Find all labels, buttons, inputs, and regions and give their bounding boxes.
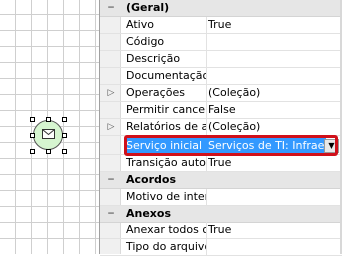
- property-name: Código: [124, 34, 207, 50]
- property-name: Descrição: [124, 51, 207, 67]
- category-label: Anexos: [126, 207, 172, 220]
- property-value[interactable]: (Coleção): [206, 119, 341, 135]
- property-value[interactable]: False: [206, 102, 341, 118]
- resize-handle-s[interactable]: [46, 149, 51, 154]
- property-name: Relatórios de ap: [126, 119, 207, 135]
- resize-handle-sw[interactable]: [30, 149, 35, 154]
- expand-icon[interactable]: ▷: [105, 119, 117, 135]
- property-name: Anexar todos os: [126, 222, 207, 238]
- property-row-relatorios[interactable]: ▷ Relatórios de ap (Coleção): [100, 119, 342, 136]
- expand-icon[interactable]: ▷: [105, 85, 117, 101]
- property-name: Tipo do arquivo: [126, 239, 207, 255]
- property-row-codigo[interactable]: Código: [100, 34, 342, 51]
- property-value[interactable]: [206, 51, 341, 67]
- property-row-permitir-cancelar[interactable]: Permitir cancela False: [100, 102, 342, 119]
- property-value[interactable]: [206, 239, 341, 255]
- designer-canvas[interactable]: [0, 0, 100, 254]
- property-row-anexar-todos[interactable]: Anexar todos os True: [100, 222, 342, 239]
- resize-handle-se[interactable]: [62, 149, 67, 154]
- property-row-servico-inicial[interactable]: Serviço inicial Serviços de TI: Infraest…: [100, 138, 342, 155]
- property-name: Permitir cancela: [126, 102, 207, 118]
- property-value[interactable]: [206, 34, 341, 50]
- category-label: Acordos: [126, 173, 176, 186]
- property-value[interactable]: True: [206, 17, 341, 33]
- property-name: Operações: [124, 85, 207, 101]
- property-value[interactable]: (Coleção): [206, 85, 341, 101]
- resize-handle-n[interactable]: [46, 117, 51, 122]
- dropdown-arrow-icon[interactable]: ▼: [324, 139, 339, 153]
- property-row-ativo[interactable]: Ativo True: [100, 17, 342, 34]
- property-name: Ativo: [124, 17, 207, 33]
- resize-handle-nw[interactable]: [30, 117, 35, 122]
- property-row-transicao[interactable]: Transição autom True: [100, 155, 342, 172]
- property-grid[interactable]: − (Geral) Ativo True Código Descrição Do…: [100, 0, 342, 256]
- property-value[interactable]: [206, 189, 341, 205]
- envelope-icon: [42, 129, 55, 139]
- property-row-operacoes[interactable]: ▷ Operações (Coleção): [100, 85, 342, 102]
- property-row-tipo-arquivo[interactable]: Tipo do arquivo: [100, 239, 342, 256]
- property-row-descricao[interactable]: Descrição: [100, 51, 342, 68]
- property-value-select[interactable]: Serviços de TI: Infraestr: [206, 138, 326, 154]
- workflow-shape[interactable]: [30, 117, 67, 154]
- resize-handle-e[interactable]: [62, 133, 67, 138]
- property-name: Transição autom: [126, 155, 207, 171]
- collapse-icon[interactable]: −: [105, 172, 117, 188]
- category-geral[interactable]: − (Geral): [100, 0, 342, 17]
- property-name: Documentação d: [126, 68, 207, 84]
- resize-handle-ne[interactable]: [62, 117, 67, 122]
- property-value[interactable]: True: [206, 155, 341, 171]
- collapse-icon[interactable]: −: [105, 0, 117, 16]
- category-label: (Geral): [126, 1, 170, 14]
- resize-handle-w[interactable]: [30, 133, 35, 138]
- collapse-icon[interactable]: −: [105, 206, 117, 222]
- property-name: Motivo de interr: [126, 189, 207, 205]
- property-value[interactable]: True: [206, 222, 341, 238]
- category-acordos[interactable]: − Acordos: [100, 172, 342, 189]
- property-name: Serviço inicial: [124, 138, 207, 154]
- property-value[interactable]: [206, 68, 341, 84]
- category-anexos[interactable]: − Anexos: [100, 206, 342, 223]
- property-row-motivo[interactable]: Motivo de interr: [100, 189, 342, 206]
- property-row-documentacao[interactable]: Documentação d: [100, 68, 342, 85]
